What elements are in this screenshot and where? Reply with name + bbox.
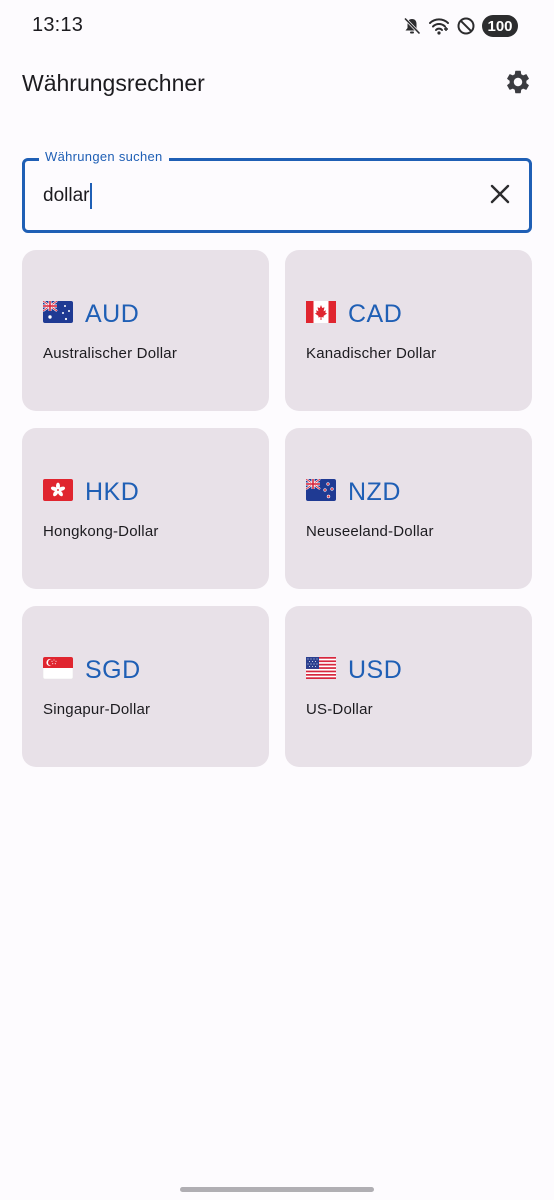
currency-code: USD (348, 656, 403, 684)
singapore-flag-icon (42, 656, 74, 684)
do-not-disturb-icon (456, 16, 476, 36)
usa-flag-icon (306, 657, 336, 684)
mute-icon (402, 16, 422, 36)
status-icons: 100 (402, 15, 518, 37)
currency-code: AUD (85, 300, 140, 328)
currency-card-usd[interactable]: USD US-Dollar (285, 606, 532, 767)
search-input[interactable] (43, 181, 443, 211)
currency-name: Singapur-Dollar (43, 701, 151, 718)
currency-code: SGD (85, 656, 141, 684)
currency-grid: AUD Australischer Dollar CAD Kanadischer… (22, 250, 532, 767)
currency-card-sgd[interactable]: SGD Singapur-Dollar (22, 606, 269, 767)
new-zealand-flag-icon (305, 478, 336, 506)
currency-code: HKD (85, 478, 140, 506)
status-time: 13:13 (32, 14, 84, 36)
currency-card-nzd[interactable]: NZD Neuseeland-Dollar (285, 428, 532, 589)
canada-flag-icon (306, 301, 336, 328)
currency-card-cad[interactable]: CAD Kanadischer Dollar (285, 250, 532, 411)
battery-indicator: 100 (482, 15, 518, 37)
currency-name: Kanadischer Dollar (306, 345, 437, 362)
settings-button[interactable] (502, 68, 534, 100)
home-indicator[interactable] (180, 1187, 374, 1192)
currency-card-aud[interactable]: AUD Australischer Dollar (22, 250, 269, 411)
text-cursor (90, 183, 92, 209)
currency-name: Neuseeland-Dollar (306, 523, 434, 540)
currency-name: Australischer Dollar (43, 345, 178, 362)
status-bar: 13:13 100 (0, 0, 554, 54)
clear-search-button[interactable] (488, 184, 512, 208)
currency-search-field: Währungen suchen (22, 149, 532, 233)
currency-code: CAD (348, 300, 403, 328)
close-icon (489, 183, 511, 210)
australia-flag-icon (42, 300, 73, 328)
wifi-icon (428, 16, 450, 36)
page-title: Währungsrechner (22, 70, 205, 96)
search-label: Währungen suchen (39, 149, 169, 164)
hong-kong-flag-icon (43, 479, 73, 506)
currency-name: US-Dollar (306, 701, 373, 718)
currency-card-hkd[interactable]: HKD Hongkong-Dollar (22, 428, 269, 589)
currency-code: NZD (348, 478, 401, 506)
gear-icon (504, 68, 532, 101)
currency-name: Hongkong-Dollar (43, 523, 159, 540)
app-bar: Währungsrechner (0, 54, 554, 116)
